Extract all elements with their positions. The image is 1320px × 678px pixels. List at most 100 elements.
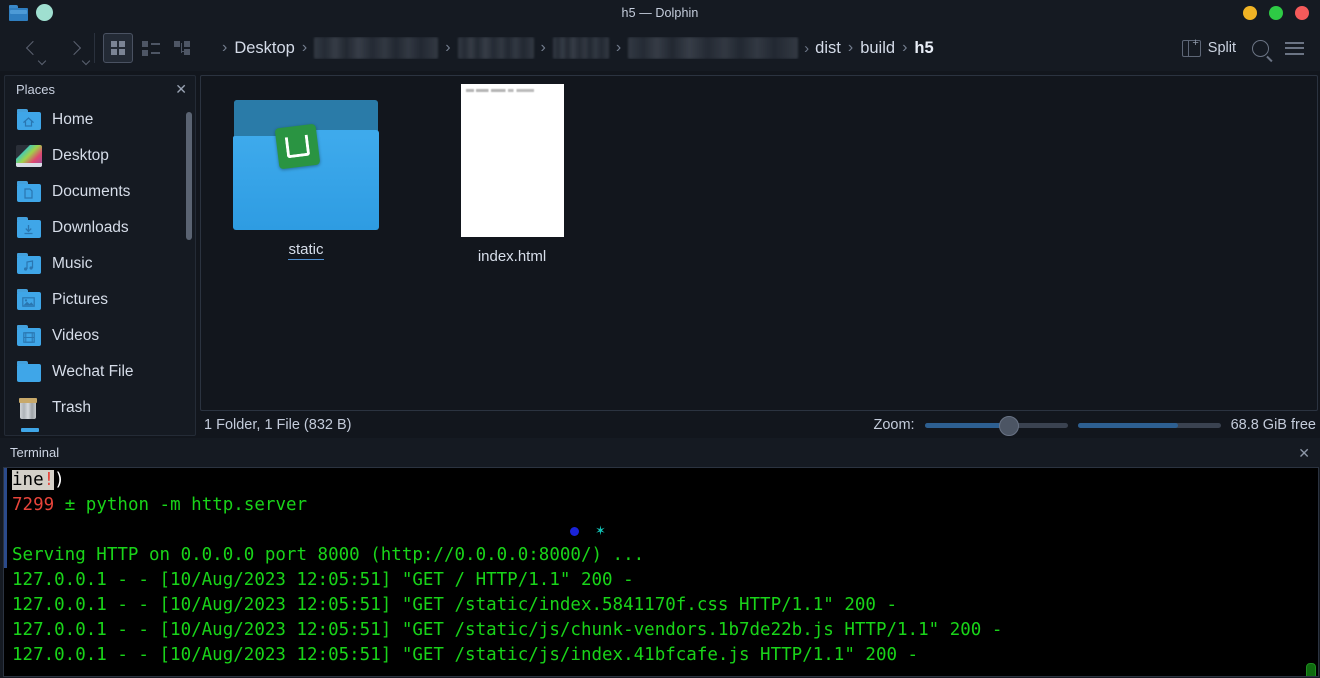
- sidebar-scrollbar-thumb[interactable]: [186, 112, 192, 240]
- videos-folder-icon: [16, 325, 42, 347]
- terminal-output-line: 127.0.0.1 - - [10/Aug/2023 12:05:51] "GE…: [12, 645, 919, 665]
- zoom-label: Zoom:: [873, 417, 915, 433]
- content-area: Places ✕ Home Desktop Documents Download…: [0, 71, 1320, 438]
- zoom-slider-fill: [924, 422, 1009, 428]
- breadcrumb-item-desktop[interactable]: Desktop: [234, 39, 295, 58]
- zoom-slider[interactable]: [924, 416, 1068, 436]
- chevron-down-icon: [37, 56, 47, 66]
- minimize-button[interactable]: [1243, 5, 1257, 20]
- search-icon[interactable]: [1252, 39, 1269, 57]
- sidebar-item-trash[interactable]: Trash: [16, 390, 195, 426]
- close-icon[interactable]: ✕: [175, 82, 187, 96]
- terminal-prompt-highlight: ine: [12, 470, 44, 490]
- sidebar-next-item-partial: [21, 428, 39, 432]
- terminal-job-number: 7299: [12, 495, 55, 515]
- breadcrumb-item-redacted-2[interactable]: [457, 37, 534, 59]
- breadcrumb-item-h5[interactable]: h5: [914, 39, 933, 58]
- file-name-label[interactable]: static: [288, 241, 324, 260]
- sidebar-item-pictures[interactable]: Pictures: [16, 282, 195, 318]
- back-button[interactable]: [18, 33, 47, 66]
- view-mode-buttons: [103, 33, 197, 63]
- terminal-output[interactable]: ine!) 7299 ± python -m http.server Servi…: [3, 467, 1319, 677]
- details-view-button[interactable]: [169, 34, 197, 62]
- sidebar-item-documents[interactable]: Documents: [16, 174, 195, 210]
- navigation-arrows: [0, 33, 91, 66]
- folder-icon: [233, 84, 379, 230]
- maximize-button[interactable]: [1269, 5, 1283, 20]
- file-item-static[interactable]: static: [226, 84, 386, 260]
- terminal-output-line: Serving HTTP on 0.0.0.0 port 8000 (http:…: [12, 545, 645, 565]
- breadcrumb-separator-icon: ›: [615, 39, 622, 56]
- chevron-left-icon: [25, 40, 40, 56]
- close-button[interactable]: [1295, 5, 1309, 20]
- split-button[interactable]: Split: [1181, 38, 1236, 57]
- disk-usage-bar[interactable]: [1077, 417, 1221, 433]
- toolbar-right-actions: Split: [1181, 38, 1320, 57]
- plain-folder-icon: [16, 361, 42, 383]
- zoom-slider-handle[interactable]: [998, 416, 1019, 436]
- hamburger-menu-icon[interactable]: [1285, 41, 1304, 55]
- terminal-output-line: 127.0.0.1 - - [10/Aug/2023 12:05:51] "GE…: [12, 570, 634, 590]
- breadcrumb-item-redacted-1[interactable]: [314, 37, 439, 59]
- sidebar-item-label: Videos: [52, 327, 100, 344]
- breadcrumb-item-redacted-3[interactable]: [552, 37, 609, 59]
- sidebar-item-home[interactable]: Home: [16, 102, 195, 138]
- forward-button[interactable]: [62, 33, 91, 66]
- file-item-index-html[interactable]: index.html: [432, 84, 592, 266]
- terminal-prompt-line: ine!): [4, 468, 1318, 493]
- sidebar-item-label: Documents: [52, 183, 131, 200]
- terminal-command: python -m http.server: [85, 495, 308, 515]
- sidebar-item-videos[interactable]: Videos: [16, 318, 195, 354]
- list-icon: [142, 40, 160, 56]
- zoom-controls: Zoom: 68.8 GiB free: [873, 416, 1316, 436]
- sidebar-item-music[interactable]: Music: [16, 246, 195, 282]
- terminal-title: Terminal: [10, 445, 60, 460]
- sidebar-scrollbar[interactable]: [186, 106, 192, 408]
- sidebar-item-label: Wechat File: [52, 363, 134, 380]
- breadcrumb-item-build[interactable]: build: [860, 39, 895, 58]
- status-bar: 1 Folder, 1 File (832 B) Zoom: 68.8 GiB …: [200, 412, 1318, 438]
- downloads-folder-icon: [16, 217, 42, 239]
- breadcrumb-separator-icon: ›: [804, 39, 810, 57]
- terminal-panel: Terminal ✕ ine!) 7299 ± python -m http.s…: [0, 438, 1320, 678]
- file-list-view[interactable]: static index.html: [200, 75, 1318, 411]
- free-space-label: 68.8 GiB free: [1230, 417, 1316, 433]
- desktop-icon: [16, 145, 42, 167]
- places-header: Places ✕: [5, 76, 195, 102]
- split-view-icon: [1181, 38, 1201, 57]
- toolbar-divider: [94, 33, 95, 63]
- cyan-star-icon: ✶: [595, 523, 606, 538]
- sidebar-item-label: Music: [52, 255, 93, 272]
- html-document-thumbnail: [460, 84, 564, 237]
- window-title: h5 — Dolphin: [621, 5, 699, 20]
- terminal-prompt-paren: ): [54, 470, 65, 490]
- split-button-label: Split: [1207, 40, 1236, 56]
- sidebar-item-label: Desktop: [52, 147, 109, 164]
- close-icon[interactable]: ✕: [1298, 446, 1310, 460]
- sidebar-item-wechat-file[interactable]: Wechat File: [16, 354, 195, 390]
- sidebar-item-downloads[interactable]: Downloads: [16, 210, 195, 246]
- sidebar-item-label: Pictures: [52, 291, 108, 308]
- breadcrumb-item-dist[interactable]: dist: [815, 39, 841, 58]
- places-title: Places: [16, 81, 56, 97]
- terminal-output-line: 127.0.0.1 - - [10/Aug/2023 12:05:51] "GE…: [12, 620, 1003, 640]
- terminal-scrollbar[interactable]: [1306, 498, 1316, 676]
- breadcrumb-item-redacted-4[interactable]: [628, 37, 799, 59]
- sidebar-item-label: Trash: [52, 399, 92, 416]
- terminal-scrollbar-thumb[interactable]: [1306, 663, 1316, 676]
- chevron-right-icon: [66, 40, 81, 56]
- tree-icon: [174, 40, 192, 56]
- breadcrumb-separator-icon: ›: [847, 39, 854, 56]
- dolphin-file-manager-window: h5 — Dolphin › Desktop › › › › › dist › …: [0, 0, 1320, 678]
- places-sidebar: Places ✕ Home Desktop Documents Download…: [4, 75, 196, 436]
- breadcrumb-separator-icon: ›: [445, 39, 451, 56]
- main-toolbar: › Desktop › › › › › dist › build › h5 Sp…: [0, 25, 1320, 71]
- grid-icon: [111, 41, 125, 55]
- trash-icon: [16, 397, 42, 419]
- compact-view-button[interactable]: [137, 34, 165, 62]
- u-badge-icon: [274, 123, 321, 170]
- icon-view-button[interactable]: [103, 33, 133, 63]
- file-name-label[interactable]: index.html: [478, 248, 546, 265]
- breadcrumb-separator-icon: ›: [540, 39, 546, 56]
- sidebar-item-desktop[interactable]: Desktop: [16, 138, 195, 174]
